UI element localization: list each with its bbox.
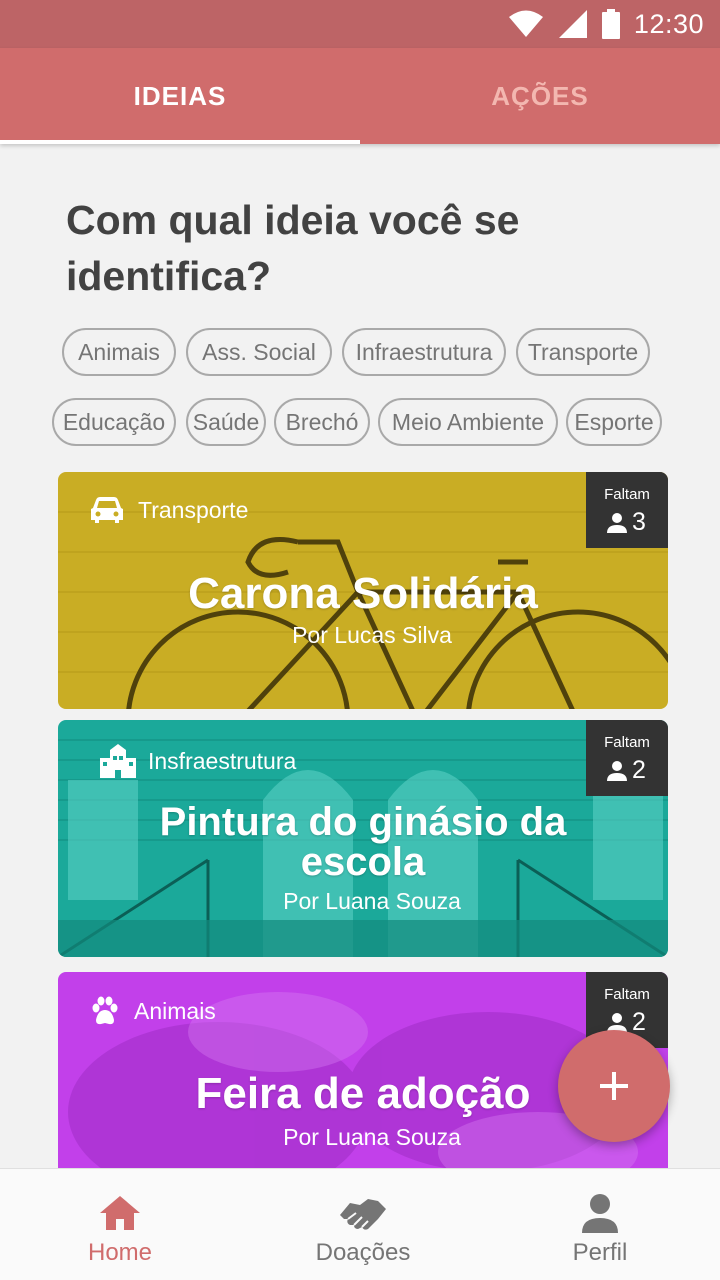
card-title: Pintura do ginásio da escola <box>159 800 567 884</box>
badge-label: Faltam <box>604 486 650 503</box>
signal-icon <box>558 10 587 38</box>
card-category-label: Insfraestrutura <box>148 747 297 774</box>
volunteers-needed-badge: Faltam 2 <box>586 720 668 796</box>
tab-bar: IDEIAS AÇÕES <box>0 48 720 144</box>
card-author: Por Luana Souza <box>283 888 461 914</box>
battery-icon <box>601 9 620 39</box>
person-icon <box>607 512 627 533</box>
wifi-icon <box>508 10 543 37</box>
page-title: Com qual ideia você se identifica? <box>66 197 520 299</box>
badge-count: 2 <box>632 1008 646 1036</box>
nav-doacoes[interactable]: Doações <box>303 1169 423 1280</box>
idea-card-pintura-ginasio[interactable]: Insfraestrutura Pintura do ginásio da es… <box>58 720 668 957</box>
chip-esporte[interactable]: Esporte <box>566 398 662 446</box>
badge-count: 3 <box>632 508 646 536</box>
nav-doacoes-label: Doações <box>315 1239 411 1266</box>
card-category: Animais <box>90 996 216 1026</box>
badge-label: Faltam <box>604 734 650 751</box>
person-icon <box>607 760 627 781</box>
status-time: 12:30 <box>633 8 704 39</box>
nav-perfil[interactable]: Perfil <box>540 1169 660 1280</box>
tab-indicator <box>0 140 360 144</box>
card-category: Insfraestrutura <box>98 744 296 778</box>
chip-transporte[interactable]: Transporte <box>516 328 650 376</box>
chip-infraestrutura[interactable]: Infraestrutura <box>342 328 506 376</box>
tab-acoes[interactable]: AÇÕES <box>360 48 720 144</box>
chip-brecho[interactable]: Brechó <box>274 398 370 446</box>
card-title: Carona Solidária <box>188 569 538 618</box>
car-icon <box>91 497 123 523</box>
building-icon <box>100 744 136 778</box>
chip-meio-ambiente[interactable]: Meio Ambiente <box>378 398 558 446</box>
chip-saude[interactable]: Saúde <box>186 398 266 446</box>
plus-icon <box>600 1072 628 1100</box>
nav-perfil-label: Perfil <box>572 1239 628 1266</box>
paw-icon <box>92 996 118 1025</box>
handshake-icon <box>340 1199 386 1230</box>
card-author: Por Lucas Silva <box>292 622 452 648</box>
card-category: Transporte <box>90 496 248 524</box>
add-idea-button[interactable] <box>558 1030 670 1142</box>
bottom-navigation: Home Doações Perfil <box>0 1168 720 1280</box>
person-icon <box>582 1194 618 1233</box>
card-category-label: Animais <box>134 997 216 1024</box>
card-category-label: Transporte <box>138 496 249 523</box>
badge-label: Faltam <box>604 986 650 1003</box>
nav-home-label: Home <box>87 1239 153 1266</box>
idea-card-carona-solidaria[interactable]: Transporte Carona Solidária Por Lucas Si… <box>58 472 668 709</box>
chip-educacao[interactable]: Educação <box>52 398 176 446</box>
badge-count: 2 <box>632 756 646 784</box>
chip-ass-social[interactable]: Ass. Social <box>186 328 332 376</box>
home-icon <box>100 1196 140 1230</box>
volunteers-needed-badge: Faltam 3 <box>586 472 668 548</box>
nav-home[interactable]: Home <box>60 1169 180 1280</box>
status-bar: 12:30 <box>0 0 720 48</box>
chip-animais[interactable]: Animais <box>62 328 176 376</box>
tab-ideias[interactable]: IDEIAS <box>0 48 360 144</box>
